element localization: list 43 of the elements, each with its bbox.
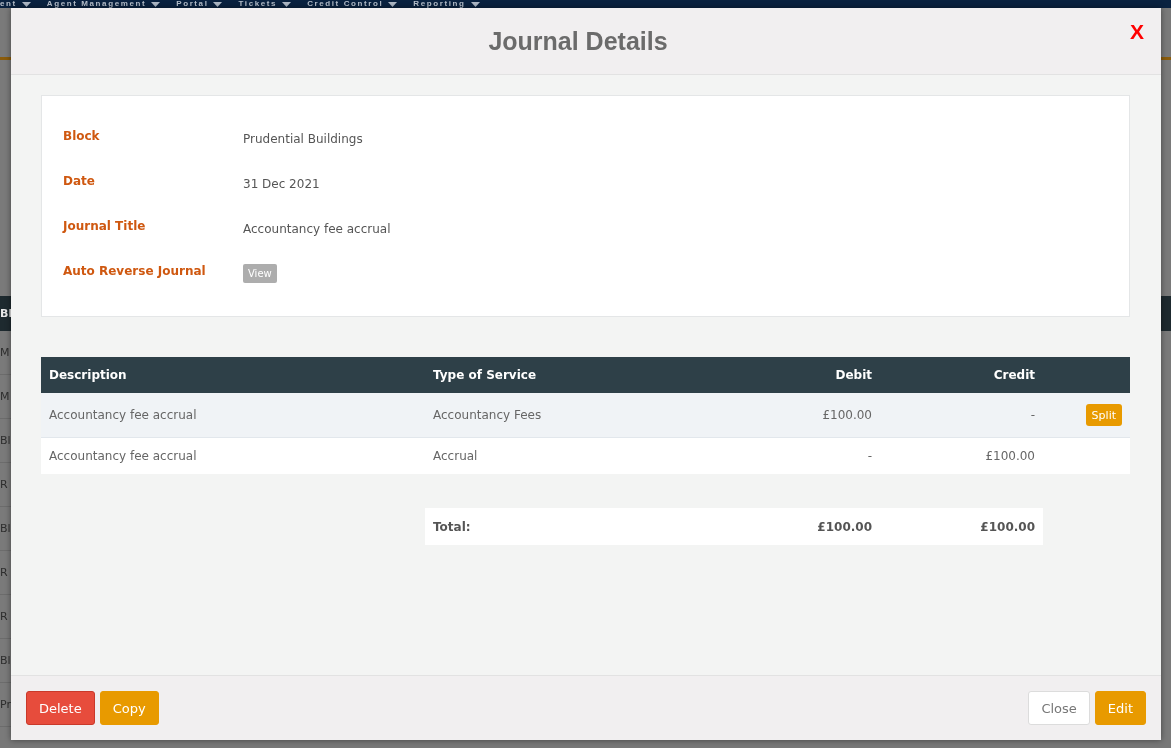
field-value: Accountancy fee accrual xyxy=(243,221,392,238)
close-button[interactable]: Close xyxy=(1028,691,1090,725)
table-cell-text: R xyxy=(0,566,8,579)
nav-menu-item[interactable]: ent xyxy=(0,0,31,8)
nav-menu-item[interactable]: Credit Control xyxy=(307,0,398,8)
nav-menu-item[interactable]: Reporting xyxy=(413,0,480,8)
total-value: £100.00 xyxy=(979,519,1036,534)
table-cell-text: Bl xyxy=(0,522,11,535)
delete-button[interactable]: Delete xyxy=(26,691,95,725)
table-cell-text: Bl xyxy=(0,434,11,447)
field-value: Prudential Buildings xyxy=(243,131,364,148)
total-value: £100.00 xyxy=(816,519,873,534)
field-label: Journal Title xyxy=(63,218,147,235)
table-cell-text: £100.00 xyxy=(984,449,1036,463)
table-cell-text: £100.00 xyxy=(821,408,873,422)
table-cell-text: R xyxy=(0,478,8,491)
table-cell-text: R xyxy=(0,610,8,623)
table-cell-text: M xyxy=(0,390,10,403)
column-header: Type of Service xyxy=(432,368,538,382)
table-header-band xyxy=(1161,296,1171,331)
table-header-text: Bl xyxy=(0,307,11,320)
nav-menu-item[interactable]: Portal xyxy=(176,0,223,8)
field-label: Date xyxy=(63,173,96,190)
field-label: Auto Reverse Journal xyxy=(63,263,207,280)
total-label: Total: xyxy=(432,519,472,534)
table-cell-text: Accountancy Fees xyxy=(432,408,543,422)
table-cell-text: Accrual xyxy=(432,449,479,463)
dialog-title: Journal Details xyxy=(488,26,669,56)
table-cell-text: M xyxy=(0,346,10,359)
nav-menu-item[interactable]: Tickets xyxy=(238,0,292,8)
table-cell-text: Bl xyxy=(0,654,11,667)
table-cell-text: Pr xyxy=(0,698,11,711)
table-cell-text: Accountancy fee accrual xyxy=(48,449,198,463)
table-cell-text: Accountancy fee accrual xyxy=(48,408,198,422)
nav-menu-item[interactable]: Agent Management xyxy=(46,0,161,8)
field-value: 31 Dec 2021 xyxy=(243,176,321,193)
column-header: Credit xyxy=(992,368,1036,382)
table-cell-text: - xyxy=(1029,408,1036,422)
column-header: Description xyxy=(48,368,128,382)
field-label: Block xyxy=(63,128,101,145)
close-button[interactable]: X xyxy=(1128,21,1146,43)
table-cell-text: - xyxy=(866,449,873,463)
column-header: Debit xyxy=(834,368,873,382)
